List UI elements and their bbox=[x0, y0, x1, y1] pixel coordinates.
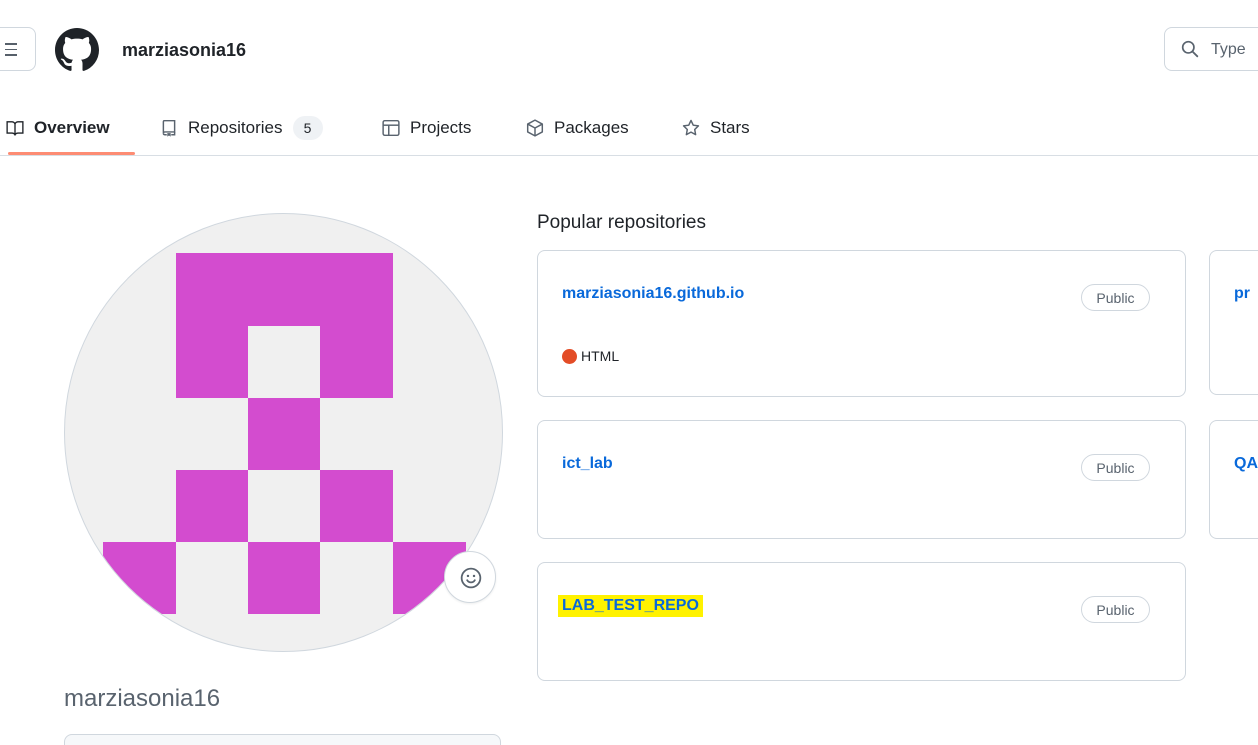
repo-link[interactable]: ict_lab bbox=[562, 455, 613, 473]
visibility-badge: Public bbox=[1081, 454, 1150, 481]
tab-stars-label: Stars bbox=[710, 118, 750, 137]
language-label: HTML bbox=[581, 348, 620, 364]
tab-packages-label: Packages bbox=[554, 118, 629, 137]
active-tab-underline bbox=[8, 152, 135, 155]
header-username[interactable]: marziasonia16 bbox=[122, 40, 246, 61]
hamburger-icon bbox=[5, 43, 17, 56]
visibility-badge: Public bbox=[1081, 596, 1150, 623]
search-placeholder: Type bbox=[1211, 41, 1246, 58]
repo-card: marziasonia16.github.io Public HTML bbox=[537, 250, 1186, 397]
repo-link[interactable]: QA bbox=[1234, 455, 1258, 473]
profile-avatar[interactable] bbox=[64, 213, 503, 652]
tab-overview-label: Overview bbox=[34, 118, 110, 137]
top-header: marziasonia16 Type bbox=[0, 0, 1258, 100]
repo-icon bbox=[162, 119, 176, 137]
book-icon bbox=[6, 121, 24, 137]
github-logo-icon[interactable] bbox=[55, 28, 99, 72]
tab-stars[interactable]: Stars bbox=[682, 100, 750, 156]
visibility-badge: Public bbox=[1081, 284, 1150, 311]
repo-card-partial: QA bbox=[1209, 420, 1258, 539]
tab-repositories[interactable]: Repositories 5 bbox=[160, 100, 323, 156]
repositories-count-badge: 5 bbox=[292, 116, 323, 140]
language-color-dot bbox=[562, 348, 577, 364]
tab-overview[interactable]: Overview bbox=[6, 100, 110, 156]
repo-card-partial: pr bbox=[1209, 250, 1258, 395]
repo-link[interactable]: pr bbox=[1234, 285, 1250, 303]
repo-language: HTML bbox=[562, 348, 619, 364]
tab-repositories-label: Repositories bbox=[188, 118, 283, 137]
tab-projects[interactable]: Projects bbox=[382, 100, 471, 156]
profile-username: marziasonia16 bbox=[64, 685, 221, 712]
search-input[interactable]: Type bbox=[1164, 27, 1258, 71]
profile-action-box[interactable] bbox=[64, 734, 501, 745]
tab-projects-label: Projects bbox=[410, 118, 472, 137]
star-icon bbox=[682, 119, 700, 136]
tab-packages[interactable]: Packages bbox=[526, 100, 629, 156]
popular-repositories-title: Popular repositories bbox=[537, 212, 706, 233]
smiley-icon bbox=[460, 567, 482, 589]
repo-link-highlighted[interactable]: LAB_TEST_REPO bbox=[558, 595, 703, 617]
profile-tabs: Overview Repositories 5 Projects Package… bbox=[0, 100, 1258, 156]
table-icon bbox=[382, 119, 400, 137]
package-icon bbox=[526, 119, 544, 137]
set-status-button[interactable] bbox=[444, 551, 496, 603]
repo-card: LAB_TEST_REPO Public bbox=[537, 562, 1186, 681]
hamburger-menu-button[interactable] bbox=[0, 27, 36, 71]
repo-card: ict_lab Public bbox=[537, 420, 1186, 539]
identicon-image bbox=[103, 253, 466, 614]
repo-link[interactable]: marziasonia16.github.io bbox=[562, 285, 744, 303]
search-icon bbox=[1181, 40, 1199, 58]
